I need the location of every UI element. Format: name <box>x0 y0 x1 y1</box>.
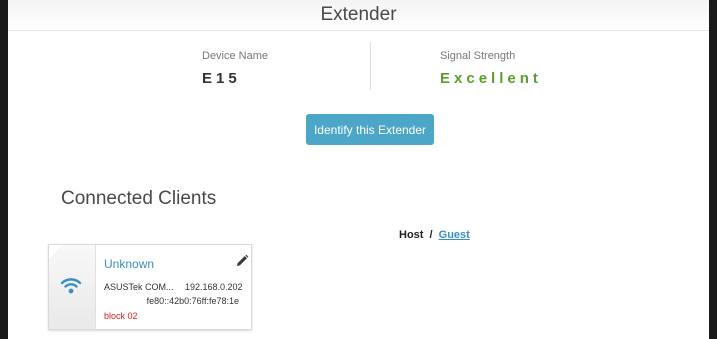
identify-extender-button[interactable]: Identify this Extender <box>306 114 434 145</box>
connected-clients-title: Connected Clients <box>61 188 217 209</box>
pencil-icon[interactable] <box>235 254 249 273</box>
device-name-value: E15 <box>202 70 241 87</box>
signal-strength-label: Signal Strength <box>440 50 516 62</box>
client-filter: Host / Guest <box>399 229 470 241</box>
device-name-label: Device Name <box>202 50 269 62</box>
filter-host[interactable]: Host <box>399 229 423 241</box>
filter-guest-link[interactable]: Guest <box>439 229 470 241</box>
client-vendor: ASUSTek COM... <box>104 282 174 292</box>
filter-separator: / <box>429 229 433 241</box>
client-ipv4: 192.168.0.202 <box>185 282 243 292</box>
wifi-icon <box>60 275 82 300</box>
signal-strength-value: Excellent <box>440 70 542 87</box>
client-ipv6: fe80::42b0:76ff:fe78:1e <box>146 296 239 306</box>
info-divider <box>370 42 371 90</box>
panel-title: Extender <box>8 0 709 31</box>
card-corner-fold <box>49 245 63 259</box>
client-status: block 02 <box>104 311 138 321</box>
client-card-icon-area <box>49 245 96 329</box>
client-name[interactable]: Unknown <box>104 257 154 271</box>
client-card[interactable]: Unknown ASUSTek COM... 192.168.0.202 fe8… <box>48 244 252 330</box>
extender-panel: Extender Device Name E15 Signal Strength… <box>8 0 709 339</box>
